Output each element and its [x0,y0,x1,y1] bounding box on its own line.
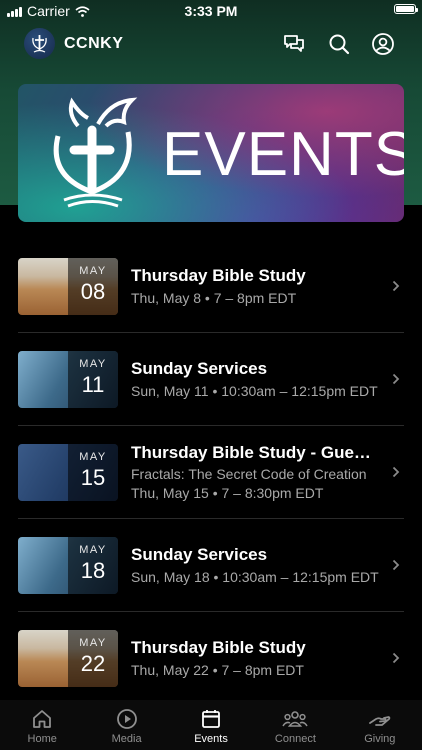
date-day: 11 [81,372,105,397]
date-month: MAY [79,451,107,463]
chevron-right-icon [392,373,400,385]
tab-home[interactable]: Home [0,700,84,750]
date-month: MAY [79,544,107,556]
event-thumbnail: MAY 22 [18,630,118,687]
date-month: MAY [79,358,107,370]
app-name: CCNKY [64,35,124,52]
date-badge: MAY 11 [68,351,118,408]
tab-label: Connect [274,733,316,745]
event-row[interactable]: MAY 08 Thursday Bible Study Thu, May 8 •… [18,240,404,333]
date-badge: MAY 18 [68,537,118,594]
status-bar: Carrier 3:33 PM [0,0,422,22]
search-icon[interactable] [327,32,351,56]
chevron-right-icon [392,280,400,292]
date-day: 18 [80,558,106,583]
status-time: 3:33 PM [184,3,238,19]
home-icon [33,710,52,728]
event-row[interactable]: MAY 22 Thursday Bible Study Thu, May 22 … [18,612,404,704]
event-title: Thursday Bible Study [131,266,306,285]
tab-bar: Home Media Events Connect Giving [0,700,422,750]
event-time: Thu, May 22 • 7 – 8pm EDT [131,662,304,678]
tab-label: Home [27,733,57,745]
event-time: Thu, May 15 • 7 – 8:30pm EDT [131,485,324,501]
event-thumbnail: MAY 15 [18,444,118,501]
account-icon[interactable] [371,32,395,56]
cross-dove-logo-icon [53,97,138,208]
chevron-right-icon [392,652,400,664]
date-month: MAY [79,265,107,277]
chat-icon[interactable] [282,32,306,56]
event-thumbnail: MAY 18 [18,537,118,594]
play-icon [116,709,137,729]
event-time: Sun, May 18 • 10:30am – 12:15pm EDT [131,569,379,585]
event-title: Thursday Bible Study [131,638,306,657]
cross-dove-icon [32,35,47,53]
giving-hand-icon [368,716,391,726]
event-thumbnail: MAY 11 [18,351,118,408]
tab-label: Media [111,733,142,745]
event-thumbnail: MAY 08 [18,258,118,315]
event-title: Thursday Bible Study - Guest... [131,443,379,462]
event-description: Fractals: The Secret Code of Creation [131,466,367,482]
tab-connect[interactable]: Connect [253,700,337,750]
chevron-right-icon [392,466,400,478]
banner-title: EVENTS [162,120,404,189]
date-badge: MAY 15 [68,444,118,501]
event-time: Thu, May 8 • 7 – 8pm EDT [131,290,297,306]
event-title: Sunday Services [131,545,268,564]
date-badge: MAY 22 [68,630,118,687]
date-day: 22 [80,651,106,676]
date-day: 15 [80,465,106,490]
tab-giving[interactable]: Giving [338,700,422,750]
date-month: MAY [79,637,107,649]
tab-events[interactable]: Events [169,700,253,750]
date-day: 08 [80,279,106,304]
tab-label: Giving [364,733,396,745]
event-time: Sun, May 11 • 10:30am – 12:15pm EDT [131,383,378,399]
event-row[interactable]: MAY 15 Thursday Bible Study - Guest... F… [18,426,404,519]
date-badge: MAY 08 [68,258,118,315]
event-row[interactable]: MAY 18 Sunday Services Sun, May 18 • 10:… [18,519,404,612]
tab-label: Events [194,733,228,745]
event-list: MAY 08 Thursday Bible Study Thu, May 8 •… [18,240,404,704]
church-logo[interactable] [24,28,55,59]
chevron-right-icon [392,559,400,571]
calendar-icon [202,710,220,728]
people-icon [282,711,309,727]
event-row[interactable]: MAY 11 Sunday Services Sun, May 11 • 10:… [18,333,404,426]
tab-media[interactable]: Media [84,700,168,750]
battery-icon [394,4,418,14]
events-banner: EVENTS [18,84,404,222]
event-title: Sunday Services [131,359,268,378]
app-header: CCNKY [0,24,422,64]
